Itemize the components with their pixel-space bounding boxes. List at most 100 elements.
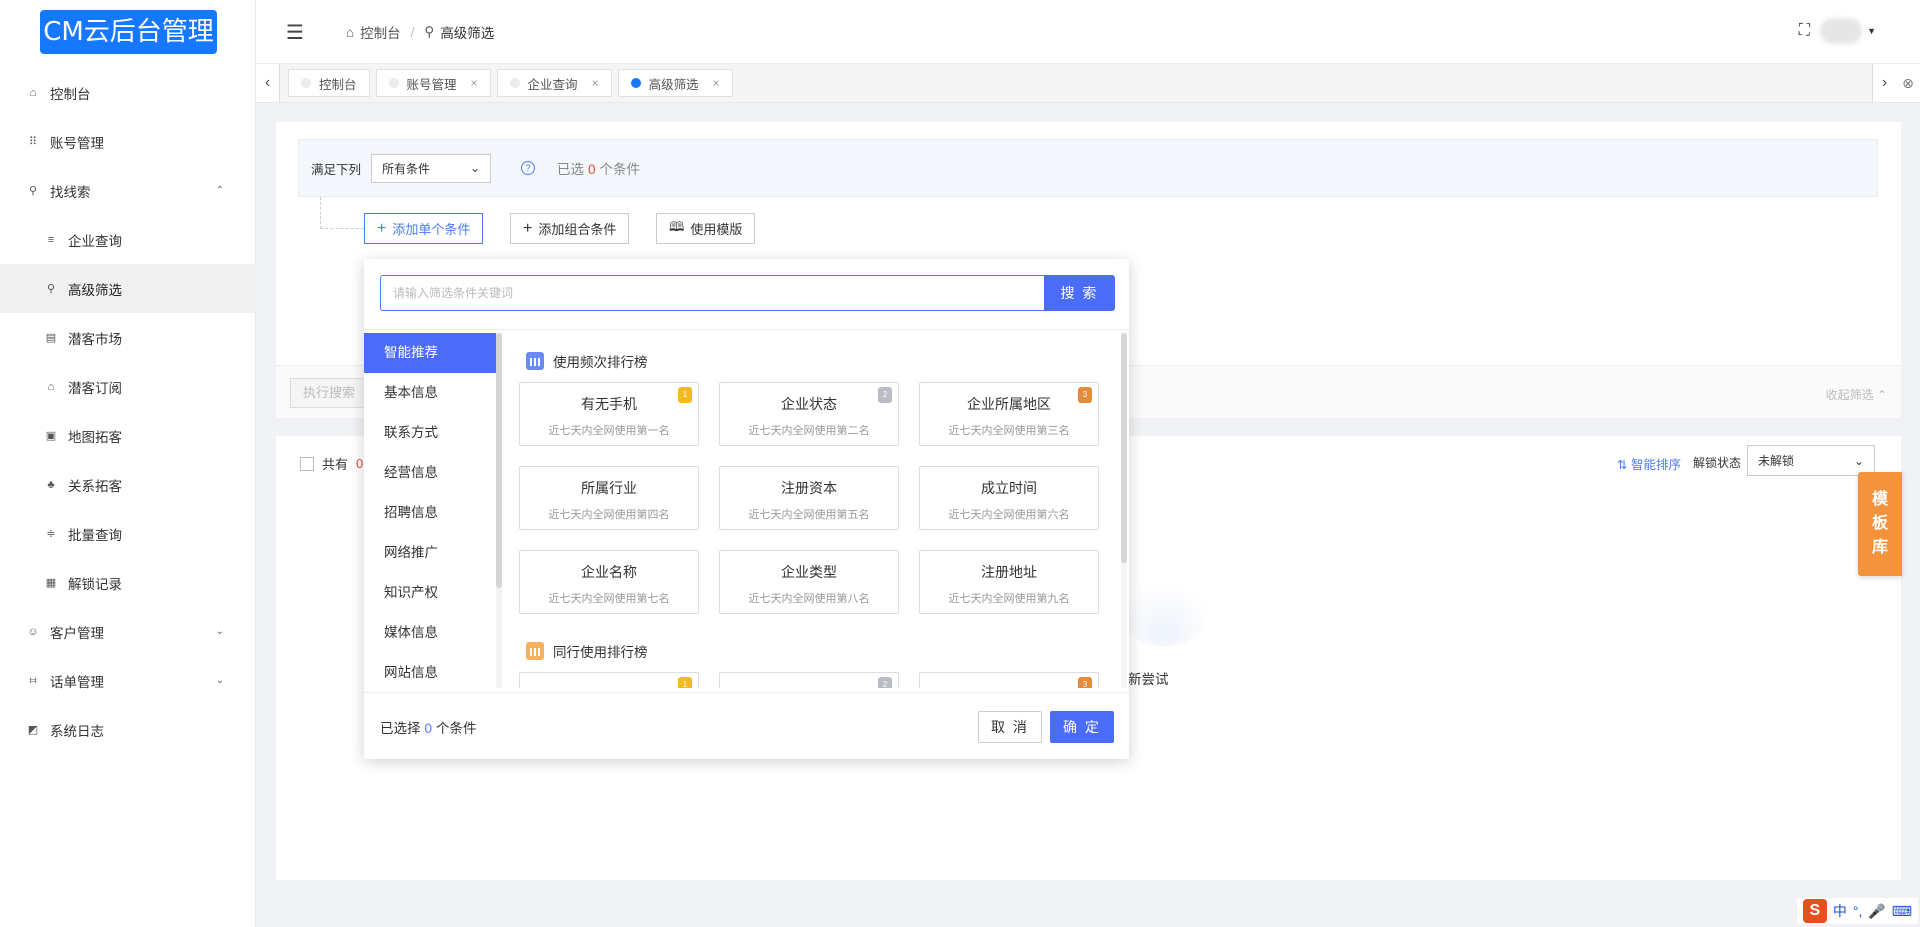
microphone-icon[interactable]: 🎤 bbox=[1868, 903, 1885, 920]
category-ip[interactable]: 知识产权 bbox=[364, 573, 496, 613]
tab-company-query[interactable]: 企业查询 × bbox=[496, 69, 612, 97]
sidebar-item-prospect-market[interactable]: ▤ 潜客市场 bbox=[0, 313, 256, 362]
category-media[interactable]: 媒体信息 bbox=[364, 613, 496, 653]
selected-prefix: 已选择 bbox=[380, 721, 421, 736]
help-icon[interactable]: ? bbox=[521, 161, 536, 175]
condition-card[interactable]: 企业所属地区 近七天内全网使用第三名 3 bbox=[919, 382, 1099, 446]
search-button[interactable]: 搜 索 bbox=[1044, 275, 1115, 311]
unlock-status-select[interactable]: 未解锁 ⌄ bbox=[1747, 445, 1875, 476]
sidebar-item-prospect-subscribe[interactable]: ⌂ 潜客订阅 bbox=[0, 362, 256, 411]
sidebar-item-find-leads[interactable]: ⚲ 找线索 ⌃ bbox=[0, 166, 256, 215]
search-icon: ⚲ bbox=[424, 24, 435, 39]
close-icon[interactable]: × bbox=[713, 76, 720, 90]
card-desc: 近七天内全网使用第七名 bbox=[548, 593, 670, 605]
collapse-filter-link[interactable]: 收起筛选 ⌃ bbox=[1826, 386, 1887, 403]
total-prefix: 共有 bbox=[322, 457, 349, 472]
sidebar-item-label: 系统日志 bbox=[50, 723, 104, 739]
sidebar-item-company-query[interactable]: ≡ 企业查询 bbox=[0, 215, 256, 264]
category-online-promo[interactable]: 网络推广 bbox=[364, 533, 496, 573]
sidebar-item-advanced-filter[interactable]: ⚲ 高级筛选 bbox=[0, 264, 256, 313]
sidebar-item-relation-prospect[interactable]: ♣ 关系拓客 bbox=[0, 460, 256, 509]
add-group-condition-button[interactable]: + 添加组合条件 bbox=[510, 213, 630, 244]
fullscreen-icon[interactable]: ⛶ bbox=[1799, 22, 1810, 40]
category-smart-recommend[interactable]: 智能推荐 bbox=[364, 333, 496, 373]
sidebar-item-batch-query[interactable]: ≑ 批量查询 bbox=[0, 509, 256, 558]
condition-search-input[interactable]: 请输入筛选条件关键词 bbox=[380, 275, 1045, 311]
category-website[interactable]: 网站信息 bbox=[364, 653, 496, 688]
tab-dashboard[interactable]: 控制台 bbox=[288, 69, 370, 97]
category-contact[interactable]: 联系方式 bbox=[364, 413, 496, 453]
condition-card[interactable]: 注册资本 近七天内全网使用第五名 bbox=[719, 466, 899, 530]
condition-card[interactable]: 所属行业 近七天内全网使用第四名 bbox=[519, 466, 699, 530]
scrollbar-thumb[interactable] bbox=[1121, 333, 1127, 563]
category-recruit[interactable]: 招聘信息 bbox=[364, 493, 496, 533]
condition-card[interactable]: 成立时间 近七天内全网使用第六名 bbox=[919, 466, 1099, 530]
plus-icon: + bbox=[523, 219, 533, 237]
confirm-button[interactable]: 确 定 bbox=[1050, 711, 1114, 743]
keyboard-icon[interactable]: ⌨ bbox=[1892, 903, 1912, 920]
sidebar-item-dashboard[interactable]: ⌂ 控制台 bbox=[0, 68, 256, 117]
tab-advanced-filter[interactable]: 高级筛选 × bbox=[617, 69, 733, 97]
avatar[interactable] bbox=[1820, 18, 1862, 44]
tab-dot bbox=[301, 78, 311, 88]
condition-card[interactable]: 2 bbox=[719, 672, 899, 688]
close-icon[interactable]: × bbox=[471, 76, 478, 90]
tab-scroll-right-icon[interactable]: › bbox=[1872, 64, 1896, 102]
ime-chinese-toggle[interactable]: 中 bbox=[1833, 901, 1847, 921]
condition-card[interactable]: 企业类型 近七天内全网使用第八名 bbox=[719, 550, 899, 614]
chevron-down-icon: ⌄ bbox=[469, 161, 481, 175]
condition-card[interactable]: 企业名称 近七天内全网使用第七名 bbox=[519, 550, 699, 614]
divider bbox=[364, 692, 1129, 693]
close-all-tabs-icon[interactable]: ⊗ bbox=[1896, 64, 1920, 102]
condition-picker-modal: 请输入筛选条件关键词 搜 索 智能推荐 基本信息 联系方式 经营信息 招聘信息 … bbox=[364, 259, 1129, 759]
app-logo[interactable]: CM云后台管理 bbox=[40, 10, 217, 54]
breadcrumb-item-dashboard[interactable]: 控制台 bbox=[360, 22, 401, 42]
condition-card[interactable]: 注册地址 近七天内全网使用第九名 bbox=[919, 550, 1099, 614]
sidebar-item-map-prospect[interactable]: ▣ 地图拓客 bbox=[0, 411, 256, 460]
smart-sort-button[interactable]: ⇅ 智能排序 bbox=[1617, 454, 1681, 473]
condition-card[interactable]: 有无手机 近七天内全网使用第一名 1 bbox=[519, 382, 699, 446]
close-icon[interactable]: × bbox=[592, 76, 599, 90]
tab-label: 账号管理 bbox=[406, 77, 457, 92]
add-single-condition-button[interactable]: + 添加单个条件 bbox=[364, 213, 484, 244]
breadcrumb: ⌂ 控制台 / ⚲ 高级筛选 bbox=[346, 22, 494, 42]
sidebar-item-accounts[interactable]: ⠿ 账号管理 bbox=[0, 117, 256, 166]
selected-count: 0 bbox=[588, 162, 596, 177]
map-icon: ▣ bbox=[45, 430, 57, 442]
unlock-select-value: 未解锁 bbox=[1758, 454, 1795, 468]
section-usage-ranking: 使用频次排行榜 bbox=[526, 351, 648, 371]
caret-down-icon[interactable]: ▼ bbox=[1867, 26, 1876, 36]
divider bbox=[364, 329, 1129, 330]
sidebar-item-call-records[interactable]: ⧦ 话单管理 ⌄ bbox=[0, 656, 256, 705]
use-template-button[interactable]: 🕮 使用模版 bbox=[656, 213, 756, 244]
menu-toggle-icon[interactable]: ☰ bbox=[286, 20, 304, 45]
tab-scroll-left-icon[interactable]: ‹ bbox=[256, 64, 280, 102]
cancel-button[interactable]: 取 消 bbox=[978, 711, 1042, 743]
sogou-logo[interactable]: S bbox=[1802, 899, 1827, 923]
execute-search-button[interactable]: 执行搜索 bbox=[290, 378, 370, 408]
condition-card[interactable]: 1 bbox=[519, 672, 699, 688]
button-label: 添加组合条件 bbox=[538, 222, 617, 237]
section-title: 同行使用排行榜 bbox=[553, 645, 648, 660]
category-business[interactable]: 经营信息 bbox=[364, 453, 496, 493]
cards-scrollbar[interactable] bbox=[1121, 333, 1127, 688]
bronze-medal-icon: 3 bbox=[1078, 677, 1092, 688]
tab-accounts[interactable]: 账号管理 × bbox=[375, 69, 491, 97]
template-library-button[interactable]: 模 板 库 bbox=[1858, 472, 1902, 576]
condition-select[interactable]: 所有条件 ⌄ bbox=[371, 153, 492, 183]
chevron-up-icon: ⌃ bbox=[215, 185, 224, 196]
condition-select-value: 所有条件 bbox=[382, 161, 431, 176]
condition-card[interactable]: 3 bbox=[919, 672, 1099, 688]
ime-punct-toggle[interactable]: °, bbox=[1853, 903, 1863, 919]
sidebar-item-label: 找线索 bbox=[50, 184, 91, 200]
category-basic-info[interactable]: 基本信息 bbox=[364, 373, 496, 413]
sidebar-item-customers[interactable]: ☺ 客户管理 ⌄ bbox=[0, 607, 256, 656]
filter-icon: ≑ bbox=[46, 528, 56, 540]
condition-card[interactable]: 企业状态 近七天内全网使用第二名 2 bbox=[719, 382, 899, 446]
sidebar-item-unlock-records[interactable]: ▦ 解锁记录 bbox=[0, 558, 256, 607]
tab-label: 企业查询 bbox=[527, 77, 578, 92]
category-list: 智能推荐 基本信息 联系方式 经营信息 招聘信息 网络推广 知识产权 媒体信息 … bbox=[364, 333, 496, 688]
select-all-checkbox[interactable] bbox=[300, 456, 314, 471]
card-desc: 近七天内全网使用第三名 bbox=[948, 425, 1070, 437]
sidebar-item-system-log[interactable]: ◩ 系统日志 bbox=[0, 705, 256, 754]
